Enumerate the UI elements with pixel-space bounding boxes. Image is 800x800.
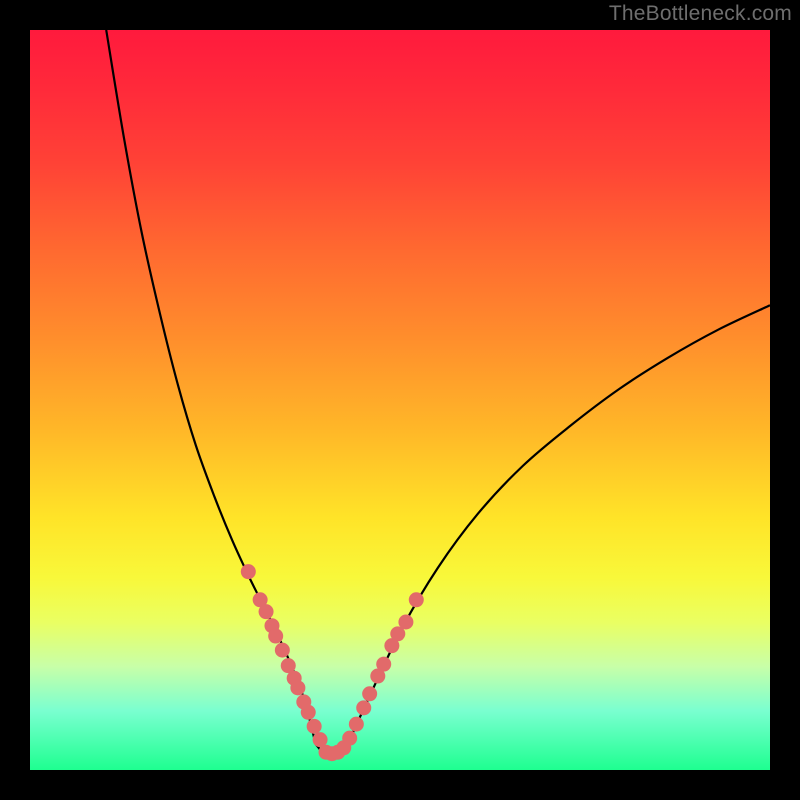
curve-right-branch [346,305,770,748]
curve-left-branch [106,30,315,744]
curve-layer [30,30,770,770]
marker-dot [349,717,364,732]
marker-dot [307,719,322,734]
plot-area [30,30,770,770]
chart-frame: TheBottleneck.com [0,0,800,800]
marker-dot [342,731,357,746]
marker-dot [398,615,413,630]
bottleneck-curve [106,30,770,756]
highlight-dots [241,564,424,761]
marker-dot [301,705,316,720]
marker-dot [362,686,377,701]
marker-dot [409,592,424,607]
marker-dot [275,643,290,658]
marker-dot [241,564,256,579]
watermark-text: TheBottleneck.com [609,2,792,26]
marker-dot [290,680,305,695]
marker-dot [259,604,274,619]
marker-dot [356,700,371,715]
marker-dot [268,629,283,644]
marker-dot [376,657,391,672]
